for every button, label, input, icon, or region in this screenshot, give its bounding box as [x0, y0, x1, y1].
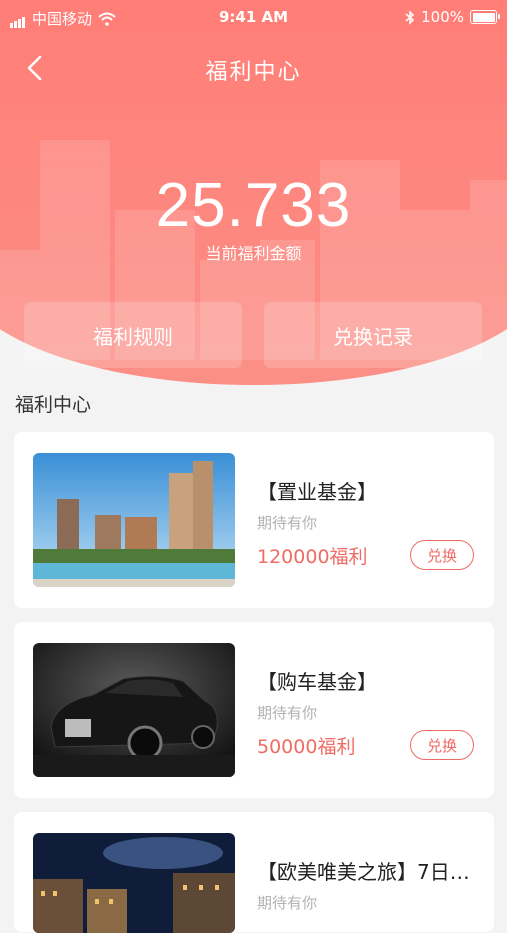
section-title: 福利中心	[15, 394, 92, 416]
apartment-buildings-pool-image	[33, 453, 235, 587]
item-price: 120000福利	[257, 546, 368, 568]
welfare-amount-label: 当前福利金额	[205, 244, 302, 263]
bluetooth-icon	[405, 9, 415, 25]
exchange-record-button[interactable]: 兑换记录	[264, 302, 482, 368]
status-bar: 中国移动 9:41 AM 100%	[0, 0, 507, 34]
welfare-amount: 25.733	[155, 171, 352, 240]
nav-bar: 福利中心	[0, 42, 507, 96]
item-name: 【欧美唯美之旅】7日…	[257, 860, 470, 884]
item-subtitle: 期待有你	[257, 704, 318, 722]
header-banner: 中国移动 9:41 AM 100% 福利中心 25.733 当前福利金额 福利规…	[0, 0, 507, 385]
black-luxury-car-image	[33, 643, 235, 777]
exchange-button[interactable]: 兑换	[410, 540, 474, 570]
item-name: 【购车基金】	[257, 670, 377, 694]
welfare-rules-button[interactable]: 福利规则	[24, 302, 242, 368]
item-subtitle: 期待有你	[257, 894, 318, 912]
page-title: 福利中心	[205, 60, 302, 85]
list-item[interactable]: 【置业基金】 期待有你 120000福利 兑换	[14, 432, 494, 608]
item-subtitle: 期待有你	[257, 514, 318, 532]
list-item[interactable]: 【欧美唯美之旅】7日… 期待有你	[14, 812, 494, 933]
exchange-button[interactable]: 兑换	[410, 730, 474, 760]
battery-percent: 100%	[421, 8, 464, 26]
battery-icon	[470, 10, 500, 24]
item-name: 【置业基金】	[257, 480, 377, 504]
list-item[interactable]: 【购车基金】 期待有你 50000福利 兑换	[14, 622, 494, 798]
european-town-night-image	[33, 833, 235, 933]
item-price: 50000福利	[257, 736, 356, 758]
